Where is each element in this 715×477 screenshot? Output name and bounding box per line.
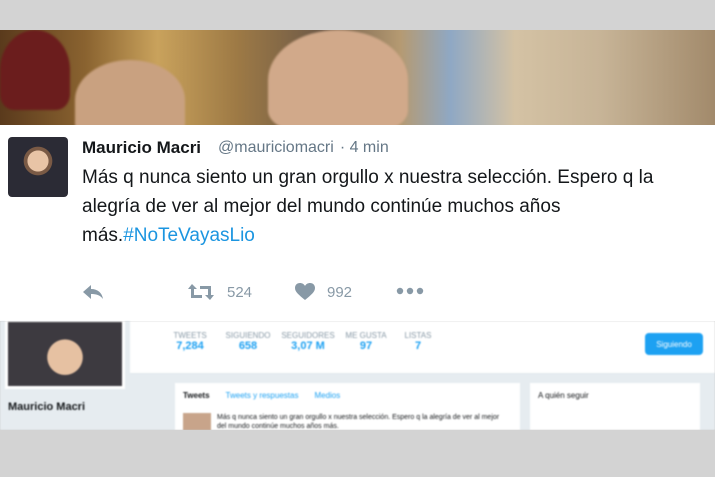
tab-media[interactable]: Medios — [314, 391, 340, 400]
more-button[interactable] — [396, 286, 424, 296]
stat-following[interactable]: SIGUIENDO 658 — [218, 331, 278, 352]
profile-timeline: Tweets Tweets y respuestas Medios Más q nu… — [175, 383, 520, 430]
stat-followers[interactable]: SEGUIDORES 3,07 M — [278, 331, 338, 352]
background-photo — [0, 30, 715, 140]
hashtag-link[interactable]: #NoTeVayasLio — [123, 225, 255, 246]
screenshot-frame: Mauricio Macri @mauriciomacri · 4 min Más… — [0, 30, 715, 430]
like-count: 992 — [327, 283, 353, 301]
like-button[interactable]: 992 — [295, 283, 352, 301]
profile-avatar[interactable] — [5, 321, 125, 389]
profile-nav: TWEETS 7,284 SIGUIENDO 658 SEGUIDORES 3,07 … — [130, 321, 715, 374]
stat-likes[interactable]: ME GUSTA 97 — [336, 331, 396, 352]
who-to-follow: A quién seguir — [530, 383, 700, 430]
avatar[interactable] — [8, 137, 68, 197]
profile-name: Mauricio Macri — [8, 401, 86, 413]
tweet-text: Más q nunca siento un gran orgullo x nue… — [82, 163, 712, 250]
mini-tweet-text: Más q nunca siento un gran orgullo x nue… — [217, 414, 500, 430]
display-name[interactable]: Mauricio Macri — [82, 138, 201, 158]
tab-tweets-replies[interactable]: Tweets y respuestas — [226, 391, 299, 400]
retweet-button[interactable]: 524 — [187, 283, 252, 301]
retweet-icon — [188, 284, 214, 300]
more-icon — [396, 287, 424, 295]
profile-page-background: TWEETS 7,284 SIGUIENDO 658 SEGUIDORES 3,07 … — [0, 321, 715, 430]
person-macri — [268, 30, 408, 130]
tweet-card[interactable]: Mauricio Macri @mauriciomacri · 4 min Más… — [0, 125, 715, 321]
heart-icon — [295, 283, 315, 300]
stat-tweets[interactable]: TWEETS 7,284 — [160, 331, 220, 352]
user-handle[interactable]: @mauriciomacri — [218, 139, 334, 156]
stat-lists[interactable]: LISTAS 7 — [388, 331, 448, 352]
timestamp[interactable]: · 4 min — [340, 139, 389, 156]
tweet-meta: @mauriciomacri · 4 min — [218, 139, 395, 157]
mini-avatar — [183, 413, 211, 430]
reply-icon — [83, 285, 103, 299]
retweet-count: 524 — [227, 283, 253, 301]
person-left — [0, 30, 70, 110]
who-to-follow-title: A quién seguir — [538, 391, 589, 400]
reply-button[interactable] — [82, 283, 104, 301]
tab-tweets[interactable]: Tweets — [183, 391, 210, 400]
timeline-tabs: Tweets Tweets y respuestas Medios — [183, 391, 356, 400]
following-button[interactable]: Siguiendo — [645, 333, 703, 355]
